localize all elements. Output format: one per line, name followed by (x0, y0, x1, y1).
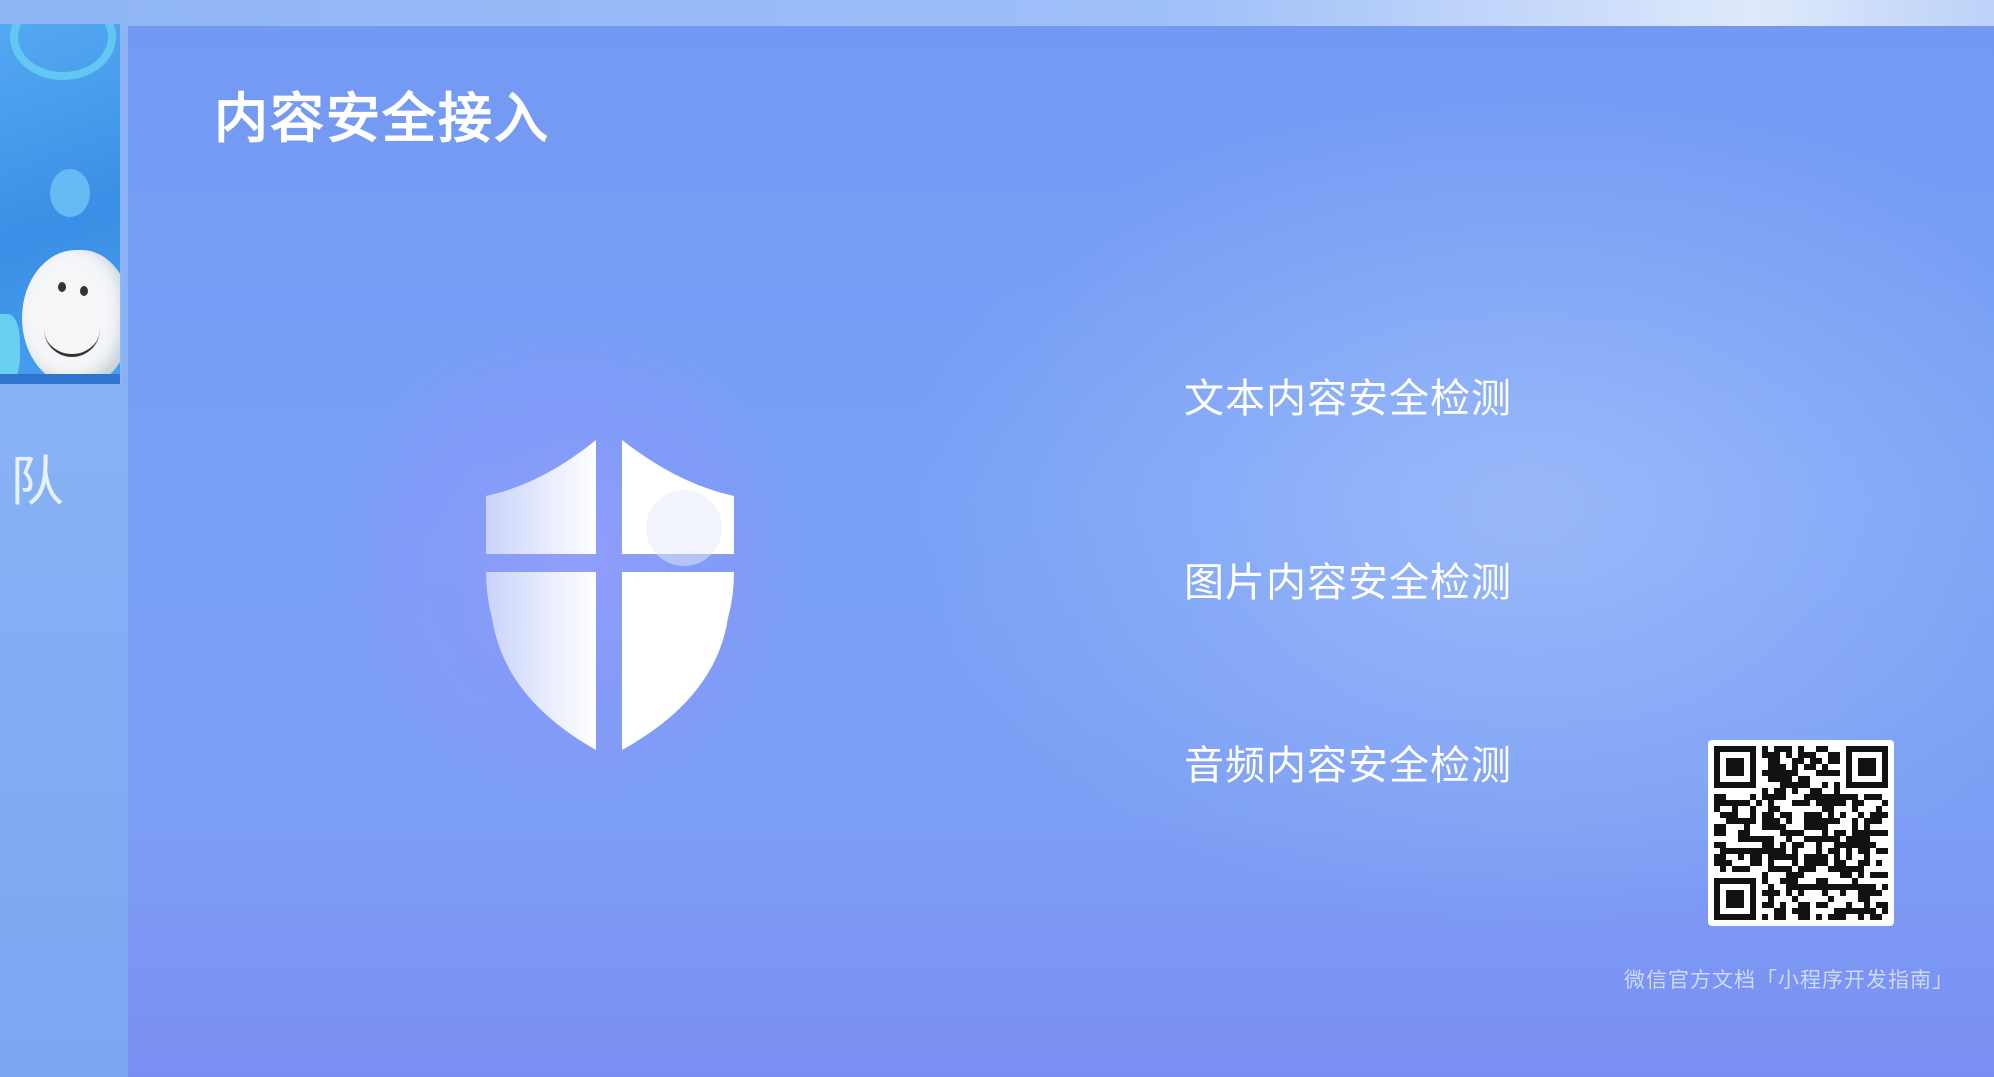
slide-title: 内容安全接入 (214, 87, 550, 150)
feature-text-detection: 文本内容安全检测 (1184, 376, 1512, 422)
mascot-image (22, 250, 120, 384)
slide: 内容安全接入 文本内容安全检测 图片内容安全检测 音频内容安全检测 微信官方文档… (128, 26, 1994, 1077)
presenter-caption: 队 (10, 450, 64, 513)
qr-code-icon (1708, 740, 1894, 926)
shield-icon (486, 440, 734, 750)
feature-image-detection: 图片内容安全检测 (1184, 560, 1512, 606)
feature-audio-detection: 音频内容安全检测 (1184, 743, 1512, 789)
presenter-strip: 队 (0, 0, 128, 1077)
top-strip (0, 0, 1994, 26)
footer-note: 微信官方文档「小程序开发指南」 (1624, 968, 1954, 992)
presenter-thumbnail (0, 24, 122, 384)
